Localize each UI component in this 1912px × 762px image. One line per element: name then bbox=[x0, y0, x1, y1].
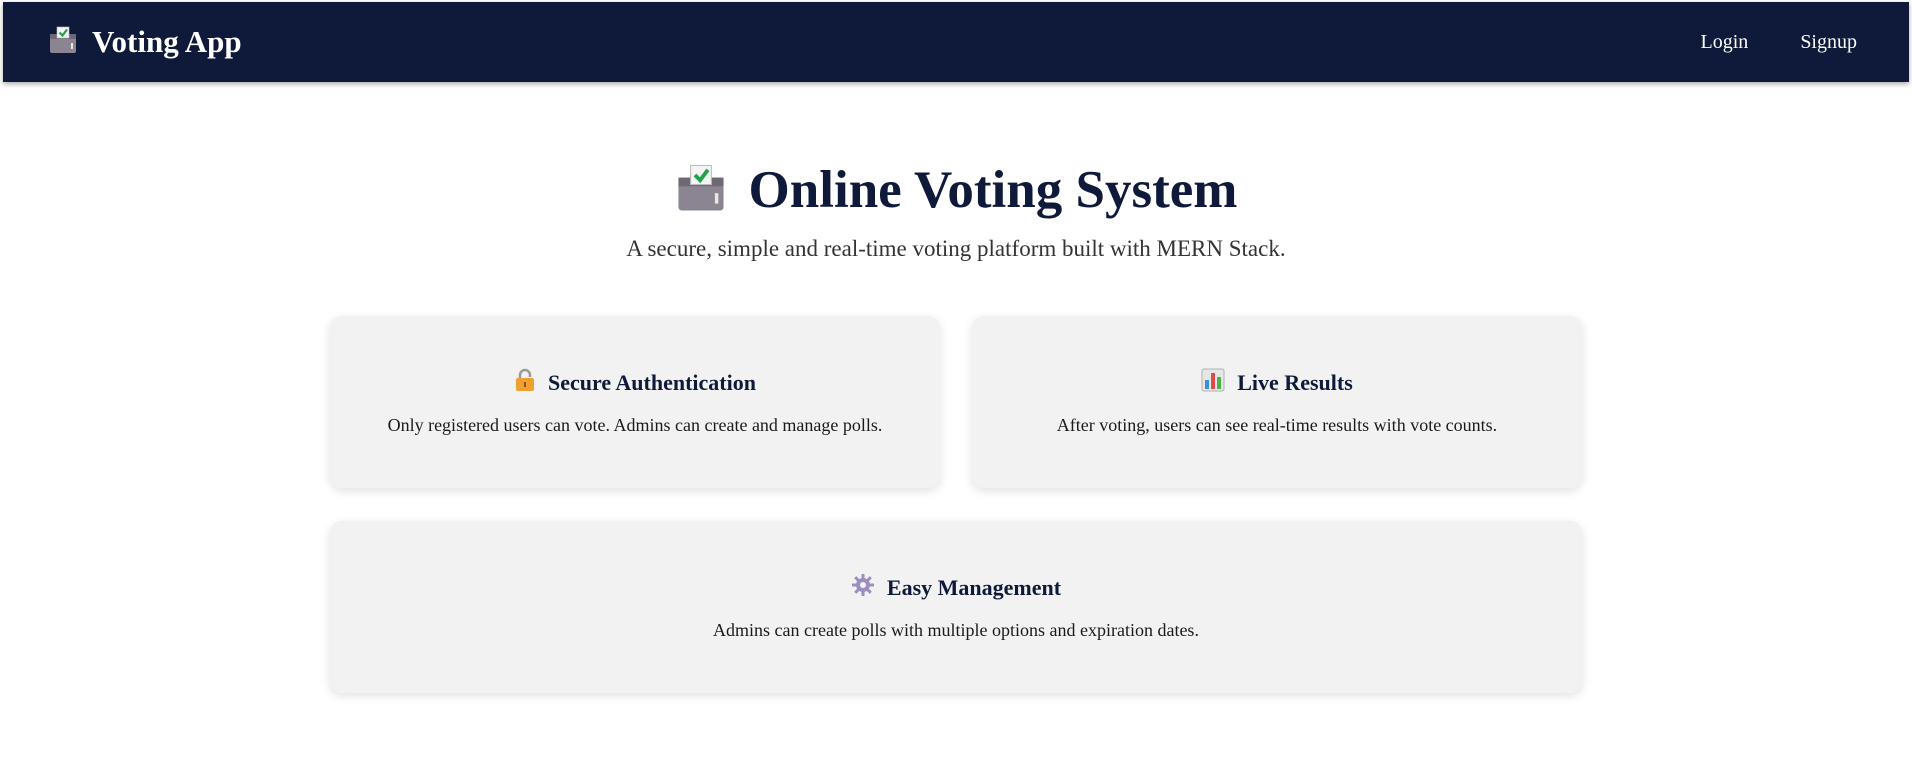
feature-card-title: Live Results bbox=[1237, 369, 1353, 395]
feature-card-header: Secure Authentication bbox=[514, 368, 756, 397]
feature-card-text: Admins can create polls with multiple op… bbox=[713, 620, 1199, 640]
feature-card-text: Only registered users can vote. Admins c… bbox=[387, 415, 883, 435]
feature-card-header: Live Results bbox=[1201, 368, 1353, 397]
login-link[interactable]: Login bbox=[1701, 31, 1749, 54]
page-subtitle: A secure, simple and real-time voting pl… bbox=[626, 236, 1286, 261]
nav-links: Login Signup bbox=[1701, 31, 1857, 54]
hero-heading: Online Voting System bbox=[0, 160, 1912, 220]
feature-card-title: Easy Management bbox=[886, 574, 1062, 600]
brand-title: Voting App bbox=[92, 24, 242, 59]
feature-card-text: After voting, users can see real-time re… bbox=[1056, 415, 1498, 435]
signup-link[interactable]: Signup bbox=[1800, 31, 1857, 54]
navbar: Voting App Login Signup bbox=[3, 2, 1909, 82]
feature-card-title: Secure Authentication bbox=[548, 369, 756, 395]
feature-card-header: Easy Management bbox=[851, 573, 1061, 602]
bar-chart-icon bbox=[1201, 368, 1225, 397]
ballot-box-icon bbox=[675, 162, 727, 219]
lock-icon bbox=[514, 368, 536, 397]
feature-card-easy-management: Easy Management Admins can create polls … bbox=[330, 521, 1582, 693]
ballot-box-icon bbox=[48, 25, 78, 60]
page-title: Online Voting System bbox=[748, 161, 1238, 219]
hero-section: Online Voting System A secure, simple an… bbox=[0, 160, 1912, 262]
brand[interactable]: Voting App bbox=[48, 24, 242, 60]
gear-icon bbox=[851, 573, 875, 602]
feature-card-live-results: Live Results After voting, users can see… bbox=[972, 316, 1582, 488]
feature-card-secure-authentication: Secure Authentication Only registered us… bbox=[330, 316, 940, 488]
